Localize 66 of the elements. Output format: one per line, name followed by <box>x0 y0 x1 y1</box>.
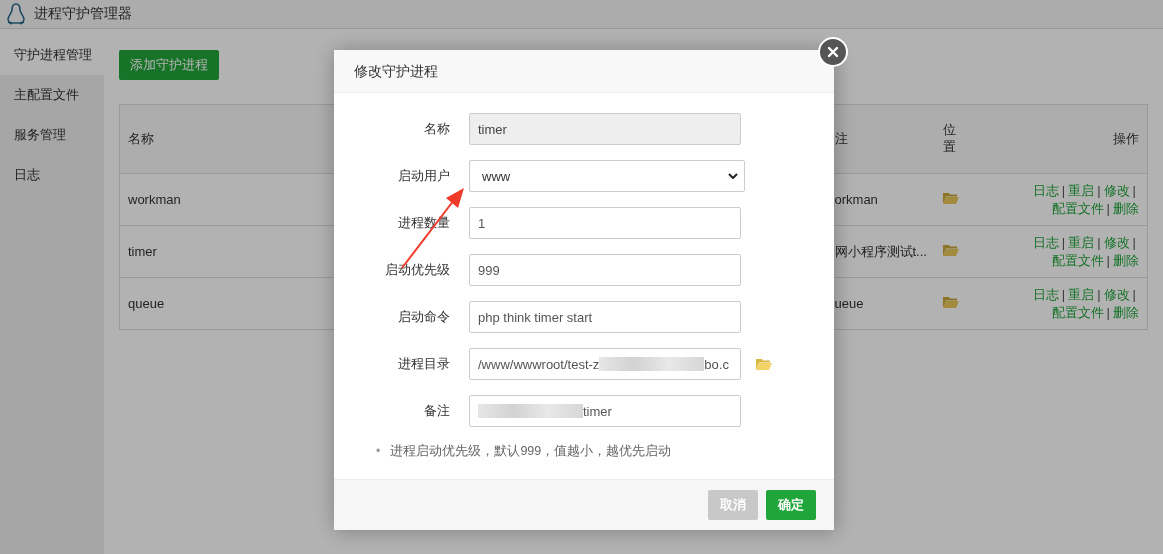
folder-icon[interactable] <box>756 358 772 370</box>
field-label: 备注 <box>423 402 451 420</box>
confirm-button[interactable]: 确定 <box>766 490 816 520</box>
separator-text: | <box>1106 304 1110 320</box>
add-process-button[interactable]: 添加守护进程 <box>119 50 219 80</box>
action-link[interactable]: 日志 <box>1032 235 1059 250</box>
input-field[interactable]: /www/wwwroot/test-z bo.c <box>469 348 741 380</box>
action-link[interactable]: 修改 <box>1103 235 1130 250</box>
action-link[interactable]: 重启 <box>1068 183 1095 198</box>
separator-text: | <box>1132 182 1136 198</box>
app-title: 进程守护管理器 <box>34 5 132 23</box>
table-cell: 网小程序测试t... <box>834 243 927 259</box>
dialog-title: 修改守护进程 <box>354 63 438 79</box>
folder-icon[interactable] <box>942 192 959 204</box>
separator-text: | <box>1061 182 1066 198</box>
table-cell: workman <box>128 192 181 207</box>
separator-text: | <box>1061 234 1066 250</box>
folder-icon[interactable] <box>942 296 959 308</box>
input-field[interactable]: php think timer start <box>469 301 741 333</box>
action-link[interactable]: 配置文件 <box>1051 253 1104 268</box>
hint-text: 进程启动优先级，默认999，值越小，越优先启动 <box>390 443 672 460</box>
column-header: 名称 <box>128 131 154 146</box>
field-label: 进程目录 <box>397 355 451 373</box>
separator-text: | <box>1097 234 1101 250</box>
table-cell: timer <box>128 244 157 259</box>
input-field[interactable]: 1 <box>469 207 741 239</box>
action-link[interactable]: 删除 <box>1113 253 1139 268</box>
sidebar-item[interactable]: 日志 <box>0 155 104 195</box>
table-cell: orkman <box>834 192 878 207</box>
column-header: 位置 <box>942 122 956 156</box>
field-label: 启动命令 <box>397 308 451 326</box>
action-link[interactable]: 配置文件 <box>1051 305 1104 320</box>
field-label: 名称 <box>423 120 451 138</box>
input-field[interactable]: 999 <box>469 254 741 286</box>
bullet-text: • <box>376 443 381 460</box>
action-link[interactable]: 配置文件 <box>1051 201 1104 216</box>
sidebar-item[interactable]: 服务管理 <box>0 115 104 155</box>
folder-icon[interactable] <box>942 244 959 256</box>
action-link[interactable]: 重启 <box>1068 287 1095 302</box>
action-link[interactable]: 删除 <box>1113 201 1139 216</box>
separator-text: | <box>1132 234 1136 250</box>
column-header: 注 <box>834 131 848 146</box>
action-link[interactable]: 日志 <box>1032 183 1059 198</box>
chevron-icon <box>728 173 738 179</box>
sidebar-item[interactable]: 主配置文件 <box>0 75 104 115</box>
sidebar-item[interactable]: 守护进程管理 <box>0 35 104 75</box>
action-link[interactable]: 重启 <box>1068 235 1095 250</box>
separator-text: | <box>1097 182 1101 198</box>
action-link[interactable]: 删除 <box>1113 305 1139 320</box>
field-label: 启动优先级 <box>384 261 451 279</box>
table-cell: ueue <box>834 296 864 311</box>
user-select[interactable]: www <box>469 160 745 192</box>
separator-text: | <box>1061 286 1066 302</box>
action-link[interactable]: 修改 <box>1103 183 1130 198</box>
separator-text: | <box>1097 286 1101 302</box>
action-link[interactable]: 日志 <box>1032 287 1059 302</box>
close-icon <box>827 46 839 58</box>
separator-text: | <box>1106 252 1110 268</box>
field-label: 启动用户 <box>397 167 451 185</box>
input-field[interactable]: timer <box>469 395 741 427</box>
separator-text: | <box>1106 200 1110 216</box>
separator-text: | <box>1132 286 1136 302</box>
column-header: 操作 <box>1113 131 1139 146</box>
table-cell: queue <box>128 296 165 311</box>
action-link[interactable]: 修改 <box>1103 287 1130 302</box>
penguin-icon <box>5 3 27 25</box>
